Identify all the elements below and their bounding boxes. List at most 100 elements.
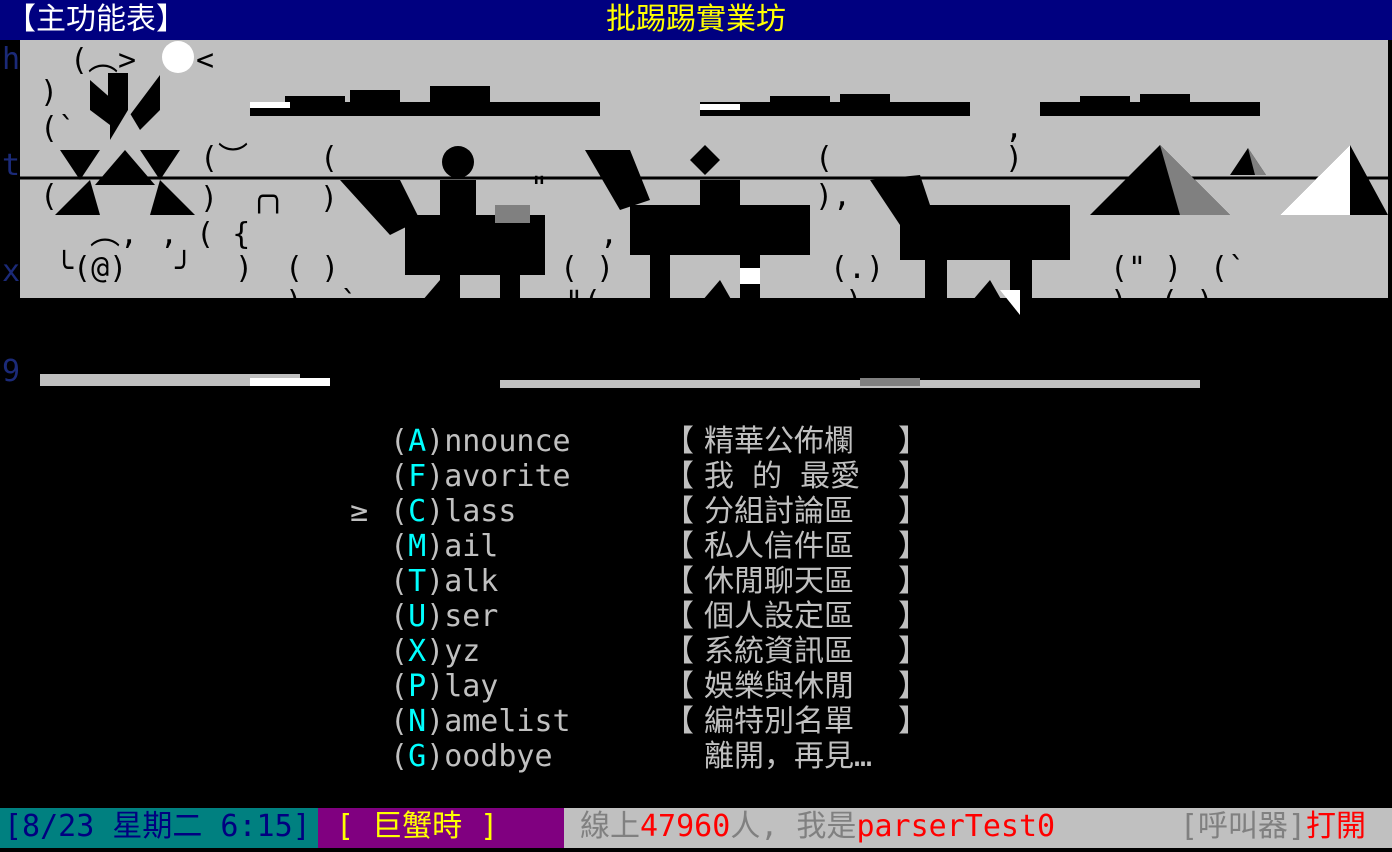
menu-hotkey: G bbox=[408, 739, 427, 774]
svg-text:): ) bbox=[845, 285, 863, 320]
bracket-left: 【 bbox=[664, 529, 694, 564]
bracket-right: 】 bbox=[898, 529, 928, 564]
menu-description: 我 的 最愛 bbox=[704, 459, 861, 494]
menu-item[interactable]: ≥ (C)lass 【 】 分組討論區 bbox=[350, 494, 950, 529]
menu-command: (A)nnounce bbox=[390, 424, 571, 459]
menu-command-rest: avorite bbox=[444, 459, 571, 494]
bracket-right: 】 bbox=[898, 564, 928, 599]
bracket-left: 【 bbox=[664, 669, 694, 704]
svg-text:╭╮: ╭╮ bbox=[250, 179, 286, 214]
svg-text:): ) bbox=[285, 285, 303, 320]
bracket-right: 】 bbox=[898, 494, 928, 529]
title-bar: 【主功能表】 批踢踢實業坊 bbox=[0, 0, 1392, 40]
bracket-right: 】 bbox=[898, 424, 928, 459]
bracket-right: 】 bbox=[898, 459, 928, 494]
svg-text:,: , bbox=[1005, 111, 1023, 146]
side-letter: 9 bbox=[2, 354, 21, 389]
user-id: parserTest0 bbox=[856, 809, 1056, 844]
svg-text:( ): ( ) bbox=[560, 251, 614, 286]
bbs-name: 批踢踢實業坊 bbox=[606, 2, 786, 37]
bracket-right: 】 bbox=[898, 704, 928, 739]
svg-text:): ) bbox=[320, 181, 338, 216]
menu-item[interactable]: (N)amelist 【 】 編特別名單 bbox=[350, 704, 950, 739]
menu-item[interactable]: (M)ail 【 】 私人信件區 bbox=[350, 529, 950, 564]
menu-command: (U)ser bbox=[390, 599, 499, 634]
svg-text:"(: "( bbox=[565, 285, 601, 320]
online-prefix: 線上 bbox=[580, 809, 640, 844]
menu-command-rest: nnounce bbox=[444, 424, 571, 459]
menu-command-rest: amelist bbox=[444, 704, 571, 739]
menu-description: 娛樂與休閒 bbox=[704, 669, 854, 704]
svg-text:): ) bbox=[200, 181, 218, 216]
pager-status[interactable]: [呼叫器]打開 bbox=[1180, 808, 1366, 846]
bracket-left: 【 bbox=[664, 704, 694, 739]
menu-command: (C)lass bbox=[390, 494, 517, 529]
svg-text:,: , bbox=[600, 217, 618, 252]
menu-description: 離開，再見… bbox=[704, 739, 873, 774]
svg-text:, ( {: , ( { bbox=[160, 217, 250, 252]
menu-description: 分組討論區 bbox=[704, 494, 854, 529]
bracket-left: 【 bbox=[664, 494, 694, 529]
menu-item[interactable]: (X)yz 【 】 系統資訊區 bbox=[350, 634, 950, 669]
svg-text:(︵>: (︵> bbox=[70, 43, 136, 78]
selection-cursor: ≥ bbox=[350, 494, 369, 529]
menu-hotkey: P bbox=[408, 669, 427, 704]
svg-text:( ): ( ) bbox=[1160, 285, 1214, 320]
bracket-right: 】 bbox=[898, 634, 928, 669]
menu-item[interactable]: (T)alk 【 】 休閒聊天區 bbox=[350, 564, 950, 599]
menu-item[interactable]: (P)lay 【 】 娛樂與休閒 bbox=[350, 669, 950, 704]
svg-text:): ) bbox=[235, 251, 253, 286]
menu-hotkey: F bbox=[408, 459, 427, 494]
menu-command: (M)ail bbox=[390, 529, 499, 564]
menu-item[interactable]: (F)avorite 【 】 我 的 最愛 bbox=[350, 459, 950, 494]
menu-hotkey: A bbox=[408, 424, 427, 459]
pager-state: 打開 bbox=[1306, 809, 1366, 844]
bracket-left: 【 bbox=[664, 459, 694, 494]
menu-description: 精華公佈欄 bbox=[704, 424, 854, 459]
sun-icon bbox=[162, 41, 194, 73]
svg-text:(: ( bbox=[815, 141, 833, 176]
svg-text:"`: "` bbox=[1335, 313, 1371, 348]
menu-item[interactable]: (A)nnounce 【 】 精華公佈欄 bbox=[350, 424, 950, 459]
menu-hotkey: N bbox=[408, 704, 427, 739]
menu-hotkey: T bbox=[408, 564, 427, 599]
menu-item[interactable]: (U)ser 【 】 個人設定區 bbox=[350, 599, 950, 634]
menu-command-rest: lass bbox=[444, 494, 517, 529]
online-count: 47960 bbox=[640, 809, 731, 844]
menu-command-rest: oodbye bbox=[444, 739, 553, 774]
online-status: 線上47960人, 我是parserTest0 bbox=[580, 808, 1055, 846]
svg-text:): ) bbox=[1110, 285, 1128, 320]
menu-description: 休閒聊天區 bbox=[704, 564, 854, 599]
camel-caravan-art: (︵> <) (` ((︶) () ︵, , ({╭╮ ╰(@) ╯… bbox=[20, 40, 1388, 390]
svg-text:(: ( bbox=[320, 141, 338, 176]
svg-text:(`: (` bbox=[40, 111, 76, 146]
menu-command-rest: ail bbox=[444, 529, 499, 564]
online-mid: 人, 我是 bbox=[730, 809, 857, 844]
menu-command: (X)yz bbox=[390, 634, 481, 669]
menu-item[interactable]: (G)oodbye 離開，再見… bbox=[350, 739, 950, 774]
svg-text:): ) bbox=[40, 75, 58, 110]
bracket-right: 】 bbox=[898, 669, 928, 704]
svg-text:(.): (.) bbox=[830, 251, 884, 286]
menu-command: (F)avorite bbox=[390, 459, 571, 494]
svg-text:(`: (` bbox=[1210, 251, 1246, 286]
menu-command-rest: yz bbox=[444, 634, 481, 669]
menu-description: 個人設定區 bbox=[704, 599, 854, 634]
menu-hotkey: U bbox=[408, 599, 427, 634]
bracket-left: 【 bbox=[664, 634, 694, 669]
menu-command: (N)amelist bbox=[390, 704, 571, 739]
pager-label: [呼叫器] bbox=[1179, 809, 1306, 844]
menu-description: 系統資訊區 bbox=[704, 634, 854, 669]
svg-text:╯: ╯ bbox=[174, 249, 193, 286]
bracket-left: 【 bbox=[664, 599, 694, 634]
svg-text:),: ), bbox=[815, 179, 851, 214]
svg-text:": " bbox=[530, 171, 548, 206]
svg-text:): ) bbox=[1005, 141, 1023, 176]
zodiac-hour: [ 巨蟹時 ] bbox=[318, 808, 564, 848]
menu-command-rest: ser bbox=[444, 599, 499, 634]
date-time: [8/23 星期二 6:15] bbox=[0, 808, 318, 848]
menu-command: (G)oodbye bbox=[390, 739, 553, 774]
menu-hotkey: M bbox=[408, 529, 427, 564]
menu-hotkey: X bbox=[408, 634, 427, 669]
status-bar: [8/23 星期二 6:15] [ 巨蟹時 ] 線上47960人, 我是pars… bbox=[0, 808, 1392, 848]
